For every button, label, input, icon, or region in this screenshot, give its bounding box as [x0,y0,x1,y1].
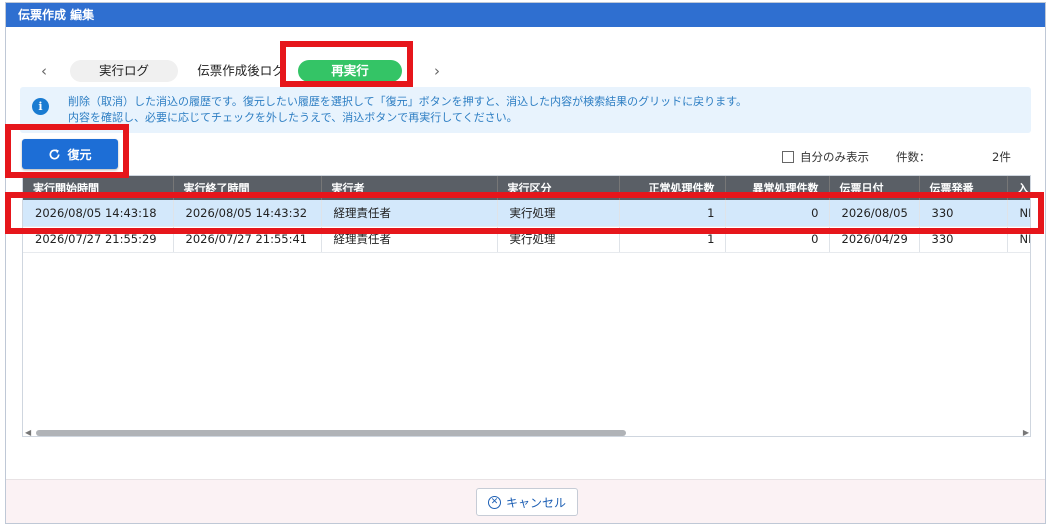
table-cell: 実行処理 [497,200,620,227]
info-line-1: 削除（取消）した消込の履歴です。復元したい履歴を選択して「復元」ボタンを押すと、… [68,95,748,108]
restore-button[interactable]: 復元 [22,139,118,169]
table-cell: 2026/07/27 21:55:41 [173,226,322,253]
restore-button-label: 復元 [67,147,92,162]
grid-header-row: 実行開始時間 実行終了時間 実行者 実行区分 正常処理件数 異常処理件数 伝票日… [23,176,1030,200]
dialog-window: 伝票作成 編集 ‹ 実行ログ 伝票作成後ログ 再実行 › i 削除（取消）した消… [5,2,1046,524]
table-cell: 330 [919,226,1008,253]
count-label: 件数： [896,150,931,164]
table-cell: 2026/08/05 14:43:18 [23,200,174,227]
self-only-toggle[interactable]: 自分のみ表示 [782,149,869,165]
table-row-selected[interactable]: 2026/08/05 14:43:18 2026/08/05 14:43:32 … [23,200,1030,227]
refresh-icon [49,148,60,159]
tab-bar: ‹ 実行ログ 伝票作成後ログ 再実行 › [6,57,466,85]
col-header-exec-type[interactable]: 実行区分 [497,176,620,200]
table-cell: 経理責任者 [321,200,498,227]
info-text: 削除（取消）した消込の履歴です。復元したい履歴を選択して「復元」ボタンを押すと、… [68,94,747,126]
table-cell: 330 [919,200,1008,227]
cancel-button[interactable]: ✕ キャンセル [476,488,578,516]
table-cell: 実行処理 [497,226,620,253]
close-circle-icon: ✕ [487,495,501,509]
horizontal-scrollbar[interactable]: ◀ ▶ [22,427,1031,437]
scroll-left-icon[interactable]: ◀ [25,428,31,437]
table-cell: 1 [619,200,726,227]
table-cell: 経理責任者 [321,226,498,253]
col-header-input[interactable]: 入 [1007,176,1030,200]
cancel-button-label: キャンセル [505,495,566,510]
col-header-end-time[interactable]: 実行終了時間 [173,176,322,200]
table-cell: 2026/08/05 [829,200,920,227]
table-cell: 2026/08/05 14:43:32 [173,200,322,227]
dialog-footer: ✕ キャンセル [6,479,1045,523]
tab-post-voucher-log[interactable]: 伝票作成後ログ [186,60,296,82]
table-cell: NE [1007,200,1030,227]
window-title: 伝票作成 編集 [6,3,1045,27]
self-only-checkbox[interactable] [782,151,794,163]
col-header-executor[interactable]: 実行者 [321,176,498,200]
table-cell: 0 [725,200,830,227]
info-line-2: 内容を確認し、必要に応じてチェックを外したうえで、消込ボタンで再実行してください… [68,111,518,124]
tab-execution-log[interactable]: 実行ログ [70,60,178,82]
table-cell: 0 [725,226,830,253]
table-row[interactable]: 2026/07/27 21:55:29 2026/07/27 21:55:41 … [23,226,1030,253]
col-header-voucher-number[interactable]: 伝票発番 [919,176,1008,200]
scroll-right-icon[interactable]: ▶ [1023,428,1029,437]
table-cell: 2026/04/29 [829,226,920,253]
count-value: 2件 [992,150,1011,164]
chevron-left-icon[interactable]: ‹ [34,57,54,85]
table-cell: 1 [619,226,726,253]
tab-rerun[interactable]: 再実行 [298,60,402,82]
info-banner: i 削除（取消）した消込の履歴です。復元したい履歴を選択して「復元」ボタンを押す… [20,87,1031,133]
col-header-start-time[interactable]: 実行開始時間 [23,176,174,200]
scrollbar-thumb[interactable] [36,430,626,436]
chevron-right-icon[interactable]: › [427,57,447,85]
col-header-voucher-date[interactable]: 伝票日付 [829,176,920,200]
history-grid: 実行開始時間 実行終了時間 実行者 実行区分 正常処理件数 異常処理件数 伝票日… [22,175,1031,437]
table-cell: 2026/07/27 21:55:29 [23,226,174,253]
info-icon: i [32,98,49,115]
col-header-error-count[interactable]: 異常処理件数 [725,176,830,200]
self-only-label: 自分のみ表示 [800,150,869,164]
table-cell: NE [1007,226,1030,253]
col-header-normal-count[interactable]: 正常処理件数 [619,176,726,200]
